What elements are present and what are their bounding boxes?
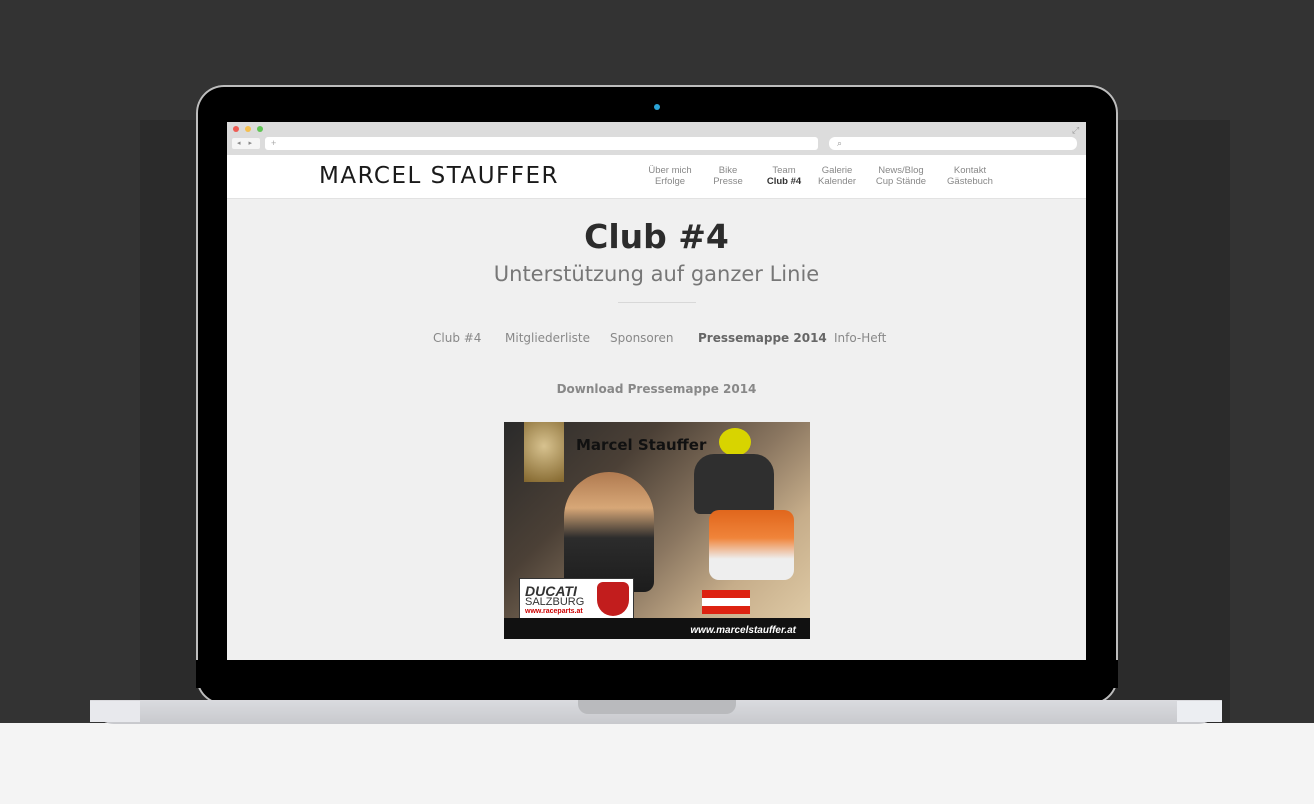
laptop-base-notch bbox=[578, 700, 736, 714]
nav-item-sublabel[interactable]: Cup Stände bbox=[871, 176, 931, 187]
helmet-graphic bbox=[719, 428, 751, 456]
maximize-window-button[interactable] bbox=[257, 126, 263, 132]
title-divider bbox=[618, 302, 696, 303]
browser-toolbar: ⤢ ◂ ▸ + ⌕ bbox=[227, 122, 1086, 155]
close-window-button[interactable] bbox=[233, 126, 239, 132]
nav-item-sublabel[interactable]: Kalender bbox=[812, 176, 862, 187]
nav-item-kontakt[interactable]: Kontakt Gästebuch bbox=[940, 165, 1000, 187]
press-kit-image[interactable]: Marcel Stauffer DUCATI SALZBURG www.race… bbox=[504, 422, 810, 639]
nav-item-label[interactable]: Galerie bbox=[812, 165, 862, 176]
download-link[interactable]: Download Pressemappe 2014 bbox=[227, 382, 1086, 396]
ducati-url: www.raceparts.at bbox=[525, 608, 583, 615]
browser-search-field[interactable]: ⌕ bbox=[829, 137, 1077, 150]
motorbike-graphic bbox=[709, 510, 794, 580]
fullscreen-icon[interactable]: ⤢ bbox=[1072, 125, 1079, 136]
nav-item-team[interactable]: Team Club #4 bbox=[757, 165, 811, 187]
ducati-sponsor-badge: DUCATI SALZBURG www.raceparts.at bbox=[519, 578, 634, 621]
press-image-website: www.marcelstauffer.at bbox=[690, 625, 796, 636]
page-subtitle: Unterstützung auf ganzer Linie bbox=[493, 262, 820, 286]
site-header: MARCEL STAUFFER Über mich Erfolge Bike P… bbox=[227, 155, 1086, 199]
nav-item-label[interactable]: News/Blog bbox=[871, 165, 931, 176]
rider-graphic bbox=[694, 454, 774, 514]
minimize-window-button[interactable] bbox=[245, 126, 251, 132]
laptop-bezel-bottom bbox=[196, 660, 1118, 688]
nav-item-sublabel[interactable]: Gästebuch bbox=[940, 176, 1000, 187]
nav-item-galerie[interactable]: Galerie Kalender bbox=[812, 165, 862, 187]
site-logo[interactable]: MARCEL STAUFFER bbox=[319, 163, 559, 189]
laptop-screen: ⤢ ◂ ▸ + ⌕ MARCEL STAUFFER Über mich Erfo… bbox=[227, 122, 1086, 660]
subnav-sponsoren[interactable]: Sponsoren bbox=[610, 331, 673, 345]
portrait-graphic bbox=[564, 472, 654, 592]
nav-item-sublabel[interactable]: Erfolge bbox=[640, 176, 700, 187]
subnav-mitgliederliste[interactable]: Mitgliederliste bbox=[505, 331, 590, 345]
back-forward-buttons[interactable]: ◂ ▸ bbox=[232, 138, 260, 149]
nav-item-label[interactable]: Kontakt bbox=[940, 165, 1000, 176]
nav-item-ueber-mich[interactable]: Über mich Erfolge bbox=[640, 165, 700, 187]
nav-item-news-blog[interactable]: News/Blog Cup Stände bbox=[871, 165, 931, 187]
page-title: Club #4 bbox=[584, 217, 729, 256]
nav-item-label[interactable]: Über mich bbox=[640, 165, 700, 176]
press-image-name: Marcel Stauffer bbox=[576, 436, 707, 454]
nav-item-sublabel-active[interactable]: Club #4 bbox=[757, 176, 811, 187]
trophy-graphic bbox=[524, 422, 564, 482]
nav-item-label[interactable]: Team bbox=[757, 165, 811, 176]
ducati-city: SALZBURG bbox=[525, 596, 585, 608]
austria-flag-graphic bbox=[702, 590, 750, 614]
nav-item-label[interactable]: Bike bbox=[707, 165, 749, 176]
subnav-club4[interactable]: Club #4 bbox=[433, 331, 481, 345]
nav-item-sublabel[interactable]: Presse bbox=[707, 176, 749, 187]
subnav-pressemappe[interactable]: Pressemappe 2014 bbox=[698, 331, 827, 345]
subnav-info-heft[interactable]: Info-Heft bbox=[834, 331, 886, 345]
url-bar[interactable]: + bbox=[265, 137, 818, 150]
laptop-base-highlight-left bbox=[90, 701, 140, 722]
nav-item-bike[interactable]: Bike Presse bbox=[707, 165, 749, 187]
laptop-base-highlight-right bbox=[1177, 701, 1222, 722]
ducati-shield-icon bbox=[597, 582, 629, 616]
camera-icon bbox=[654, 104, 660, 110]
